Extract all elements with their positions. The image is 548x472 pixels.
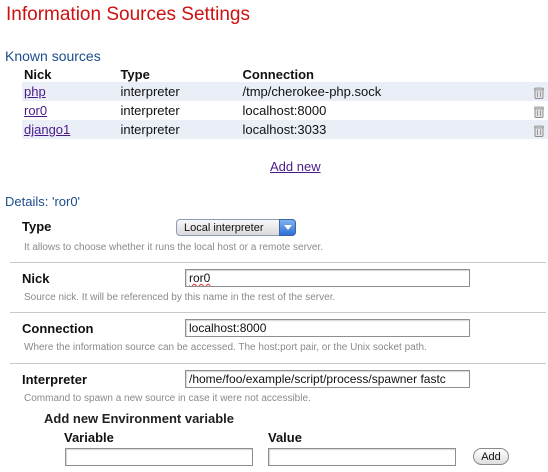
divider <box>10 312 546 314</box>
trash-icon[interactable] <box>534 87 544 99</box>
trash-icon[interactable] <box>534 125 544 137</box>
source-type: interpreter <box>120 103 180 118</box>
env-value-label: Value <box>268 430 302 445</box>
add-new-source-link[interactable]: Add new <box>270 159 321 174</box>
known-sources-heading: Known sources <box>5 48 101 64</box>
source-link-ror0[interactable]: ror0 <box>24 103 47 118</box>
page-title: Information Sources Settings <box>6 4 250 25</box>
source-link-django1[interactable]: django1 <box>24 122 70 137</box>
chevron-down-icon <box>279 219 296 236</box>
env-variable-label: Variable <box>64 430 114 445</box>
interpreter-label: Interpreter <box>22 372 88 387</box>
source-connection: /tmp/cherokee-php.sock <box>240 82 523 101</box>
column-header-connection: Connection <box>242 66 315 82</box>
source-type: interpreter <box>118 82 241 101</box>
sources-table: Nick Type Connection php interpreter /tm… <box>22 66 548 139</box>
interpreter-input[interactable]: /home/foo/example/script/process/spawner… <box>185 370 470 388</box>
table-row: django1 interpreter localhost:3033 <box>22 120 548 139</box>
add-env-button[interactable]: Add <box>473 448 509 465</box>
nick-input-value: ror0 <box>189 271 211 285</box>
source-type: interpreter <box>118 120 241 139</box>
source-connection: localhost:8000 <box>242 103 327 118</box>
type-label: Type <box>22 219 52 234</box>
table-row: php interpreter /tmp/cherokee-php.sock <box>22 82 548 101</box>
source-link-php[interactable]: php <box>24 84 46 99</box>
connection-help: Where the information source can be acce… <box>24 342 427 353</box>
type-select-value: Local interpreter <box>184 222 264 234</box>
column-header-actions <box>522 66 548 82</box>
interpreter-help: Command to spawn a new source in case it… <box>24 393 311 404</box>
connection-label: Connection <box>22 321 94 336</box>
column-header-nick: Nick <box>24 66 52 82</box>
nick-input[interactable]: ror0 <box>185 269 470 287</box>
type-select[interactable]: Local interpreter <box>176 219 296 236</box>
nick-label: Nick <box>22 271 50 286</box>
env-variable-input[interactable] <box>65 448 253 466</box>
trash-icon[interactable] <box>534 106 544 118</box>
env-heading: Add new Environment variable <box>44 411 234 426</box>
column-header-type: Type <box>120 66 150 82</box>
type-help: It allows to choose whether it runs the … <box>24 242 324 253</box>
nick-help: Source nick. It will be referenced by th… <box>24 292 336 303</box>
env-value-input[interactable] <box>268 448 456 466</box>
details-heading: Details: 'ror0' <box>5 194 81 209</box>
table-header-row: Nick Type Connection <box>22 66 548 82</box>
connection-input[interactable]: localhost:8000 <box>185 319 470 337</box>
source-connection: localhost:3033 <box>240 120 523 139</box>
divider <box>10 262 546 264</box>
divider <box>10 363 546 365</box>
table-row: ror0 interpreter localhost:8000 <box>22 101 548 120</box>
